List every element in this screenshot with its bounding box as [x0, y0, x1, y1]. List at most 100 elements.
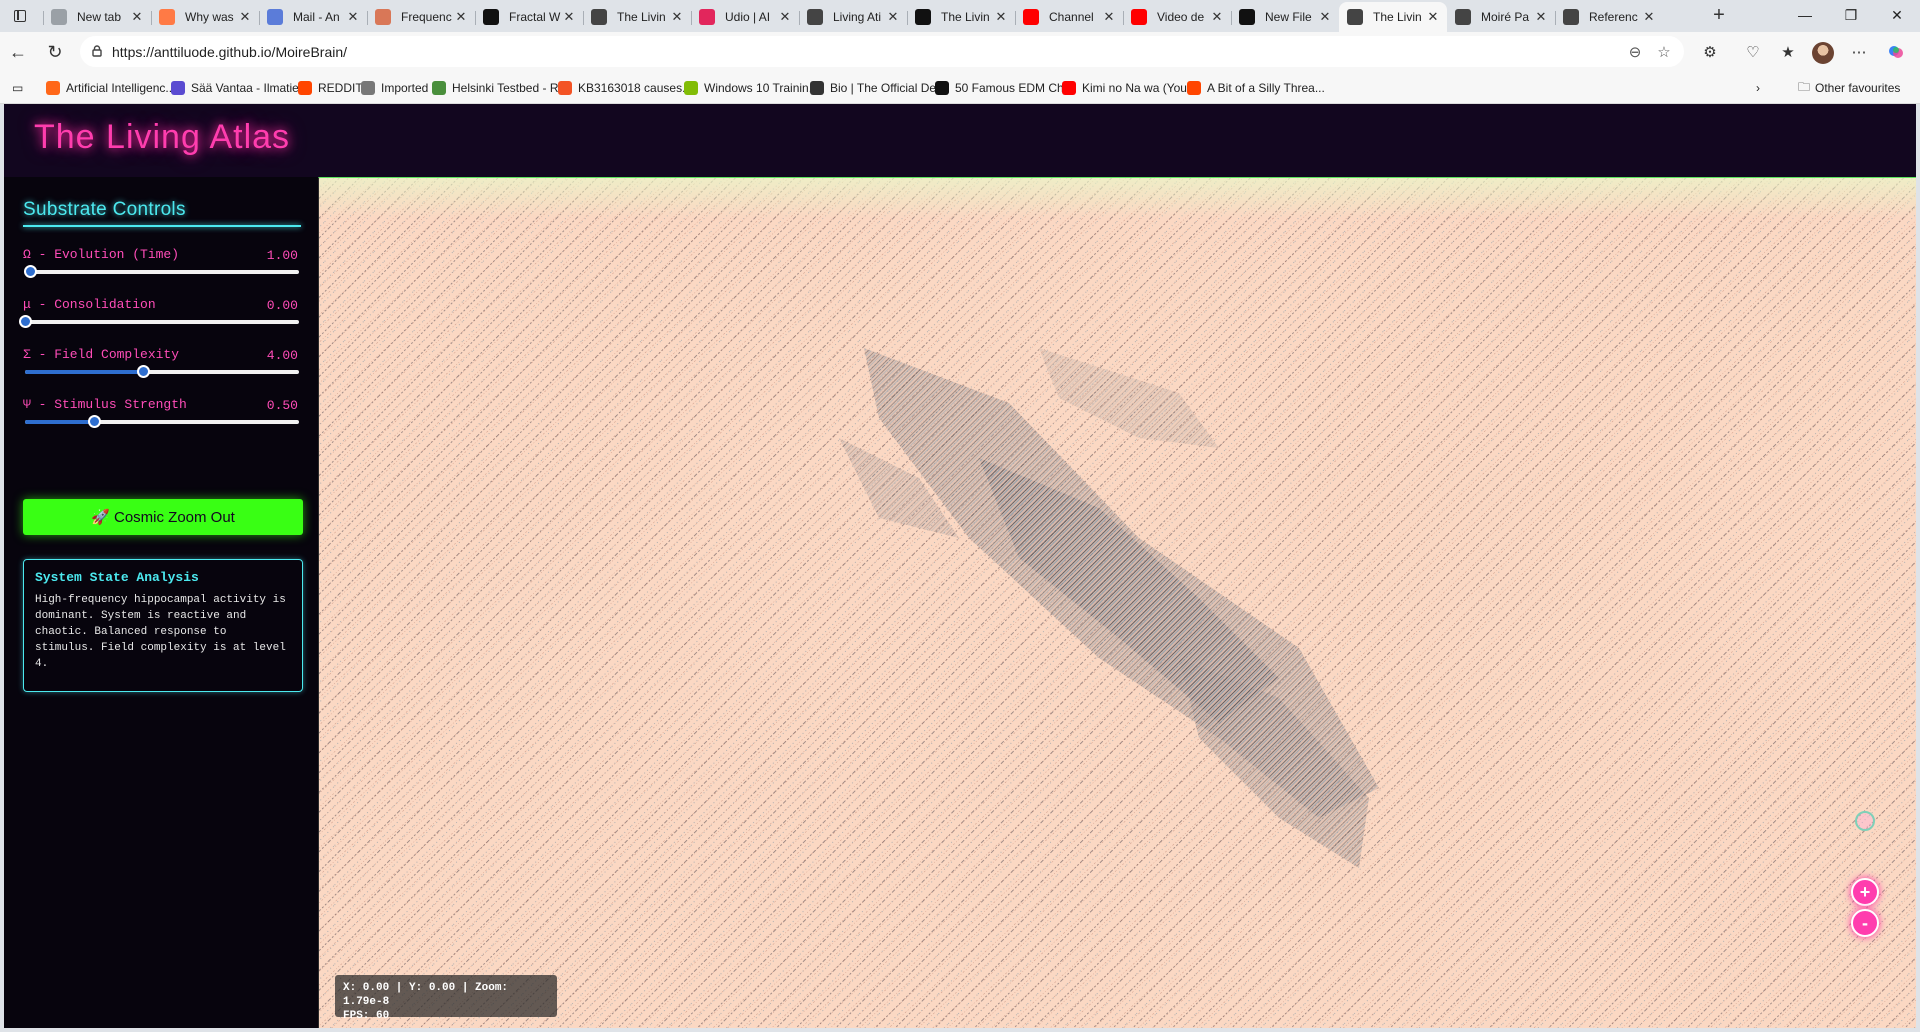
- evolution-time-control: Ω - Evolution (Time) 1.00: [23, 247, 301, 287]
- tab-close-icon[interactable]: ✕: [669, 9, 685, 25]
- slider-thumb[interactable]: [87, 415, 101, 428]
- stimulus-strength-slider[interactable]: [25, 415, 299, 428]
- browser-tab[interactable]: Frequenc ✕: [367, 2, 475, 32]
- microsoft-icon: [558, 81, 572, 95]
- evolution-time-label: Ω - Evolution (Time): [23, 247, 180, 262]
- bookmark-item[interactable]: 50 Famous EDM Ch...: [935, 80, 1074, 96]
- bookmarks-overflow-chevron-icon[interactable]: ›: [1756, 80, 1760, 96]
- bookmark-label: Windows 10 Trainin...: [704, 81, 819, 95]
- cosmic-zoom-out-button[interactable]: 🚀 Cosmic Zoom Out: [23, 499, 303, 535]
- tab-close-icon[interactable]: ✕: [453, 9, 469, 25]
- page-title: The Living Atlas: [34, 118, 291, 156]
- app-icon: [483, 9, 499, 25]
- bookmark-item[interactable]: Sää Vantaa - Ilmatie...: [171, 80, 309, 96]
- tab-close-icon[interactable]: ✕: [1533, 9, 1549, 25]
- new-tab-button[interactable]: +: [1706, 4, 1732, 28]
- browser-tab[interactable]: The Livin ✕: [583, 2, 691, 32]
- settings-more-icon[interactable]: ⋯: [1848, 41, 1870, 63]
- browser-tab[interactable]: Video de ✕: [1123, 2, 1231, 32]
- stimulus-strength-label: Ψ - Stimulus Strength: [23, 397, 187, 412]
- tab-actions-button[interactable]: [8, 5, 32, 27]
- browser-tab[interactable]: Fractal W ✕: [475, 2, 583, 32]
- tab-title: Fractal W: [509, 10, 561, 24]
- minimize-button[interactable]: —: [1782, 0, 1828, 30]
- slider-thumb[interactable]: [19, 315, 32, 328]
- browser-tab[interactable]: Living Ati ✕: [799, 2, 907, 32]
- tab-close-icon[interactable]: ✕: [561, 9, 577, 25]
- zoom-out-button[interactable]: -: [1851, 909, 1879, 937]
- tab-close-icon[interactable]: ✕: [993, 9, 1009, 25]
- address-bar[interactable]: https://anttiluode.github.io/MoireBrain/…: [80, 36, 1684, 67]
- copilot-icon[interactable]: [1885, 41, 1907, 63]
- tab-title: New File: [1265, 10, 1312, 24]
- tab-close-icon[interactable]: ✕: [237, 9, 253, 25]
- tab-close-icon[interactable]: ✕: [777, 9, 793, 25]
- browser-tab[interactable]: Moiré Pa ✕: [1447, 2, 1555, 32]
- browser-tab[interactable]: New File ✕: [1231, 2, 1339, 32]
- bookmark-item[interactable]: KB3163018 causes...: [558, 80, 692, 96]
- tab-title: Channel: [1049, 10, 1094, 24]
- restore-button[interactable]: ❐: [1828, 0, 1874, 30]
- favorite-star-icon[interactable]: ☆: [1653, 41, 1675, 63]
- globe-icon: [591, 9, 607, 25]
- bookmark-item[interactable]: REDDIT: [298, 80, 363, 96]
- refresh-button[interactable]: ↻: [43, 40, 67, 64]
- other-favourites[interactable]: 🗀 Other favourites: [1798, 80, 1900, 96]
- zoom-indicator-icon[interactable]: ⊖: [1624, 41, 1646, 63]
- browser-tab[interactable]: The Livin ✕: [907, 2, 1015, 32]
- browser-tab[interactable]: The Livin ✕: [1339, 2, 1447, 32]
- consolidation-label: μ - Consolidation: [23, 297, 156, 312]
- tab-close-icon[interactable]: ✕: [1641, 9, 1657, 25]
- profile-avatar[interactable]: [1812, 42, 1834, 64]
- medium-icon: [935, 81, 949, 95]
- bookmark-item[interactable]: Windows 10 Trainin...: [684, 80, 819, 96]
- browser-tab[interactable]: Why was ✕: [151, 2, 259, 32]
- bookmark-item[interactable]: A Bit of a Silly Threa...: [1187, 80, 1325, 96]
- analysis-title: System State Analysis: [35, 570, 199, 585]
- field-complexity-label: Σ - Field Complexity: [23, 347, 180, 362]
- cursor-ring-icon: [1855, 811, 1875, 831]
- tab-close-icon[interactable]: ✕: [885, 9, 901, 25]
- zoom-in-button[interactable]: +: [1851, 878, 1879, 906]
- mail-icon: [267, 9, 283, 25]
- close-window-button[interactable]: ✕: [1874, 0, 1920, 30]
- tab-close-icon[interactable]: ✕: [129, 9, 145, 25]
- tab-title: The Livin: [617, 10, 666, 24]
- slider-thumb[interactable]: [136, 365, 150, 378]
- tab-close-icon[interactable]: ✕: [345, 9, 361, 25]
- back-button[interactable]: ←: [6, 40, 30, 64]
- bookmark-item[interactable]: Artificial Intelligenc...: [46, 80, 175, 96]
- bookmark-label: Bio | The Official De...: [830, 81, 947, 95]
- browser-essentials-icon[interactable]: ♡: [1742, 41, 1764, 63]
- youtube-icon: [1023, 9, 1039, 25]
- slider-thumb[interactable]: [24, 265, 38, 278]
- browser-tab[interactable]: Udio | AI ✕: [691, 2, 799, 32]
- folder-icon: 🗀: [1798, 79, 1811, 94]
- browser-tab[interactable]: Referenc ✕: [1555, 2, 1663, 32]
- tab-close-icon[interactable]: ✕: [1317, 9, 1333, 25]
- moire-canvas[interactable]: X: 0.00 | Y: 0.00 | Zoom: 1.79e-8 FPS: 6…: [318, 177, 1916, 1028]
- bookmark-item[interactable]: Kimi no Na wa (Your...: [1062, 80, 1200, 96]
- field-complexity-slider[interactable]: [25, 365, 299, 378]
- panel-title: Substrate Controls: [23, 199, 186, 220]
- substack-icon: [46, 81, 60, 95]
- browser-tab[interactable]: New tab ✕: [43, 2, 151, 32]
- tab-strip: New tab ✕ Why was ✕ Mail - An ✕ Frequenc ✕ Fract…: [0, 0, 1920, 32]
- tab-close-icon[interactable]: ✕: [1209, 9, 1225, 25]
- extensions-icon[interactable]: ⚙: [1699, 41, 1721, 63]
- browser-tab[interactable]: Mail - An ✕: [259, 2, 367, 32]
- favorites-icon[interactable]: ★: [1777, 41, 1799, 63]
- reading-list-icon[interactable]: ▭: [12, 80, 23, 96]
- bookmark-item[interactable]: Imported: [361, 80, 428, 96]
- tab-close-icon[interactable]: ✕: [1101, 9, 1117, 25]
- consolidation-slider[interactable]: [19, 315, 299, 328]
- tab-close-icon[interactable]: ✕: [1425, 9, 1441, 25]
- bookmark-item[interactable]: Helsinki Testbed - R...: [432, 80, 569, 96]
- slider-fill: [25, 420, 94, 424]
- bookmark-label: Kimi no Na wa (Your...: [1082, 81, 1201, 95]
- bookmark-item[interactable]: Bio | The Official De...: [810, 80, 946, 96]
- browser-toolbar: ← ↻ https://anttiluode.github.io/MoireBr…: [0, 32, 1920, 72]
- evolution-time-slider[interactable]: [24, 265, 299, 278]
- openai-icon: [1563, 9, 1579, 25]
- browser-tab[interactable]: Channel ✕: [1015, 2, 1123, 32]
